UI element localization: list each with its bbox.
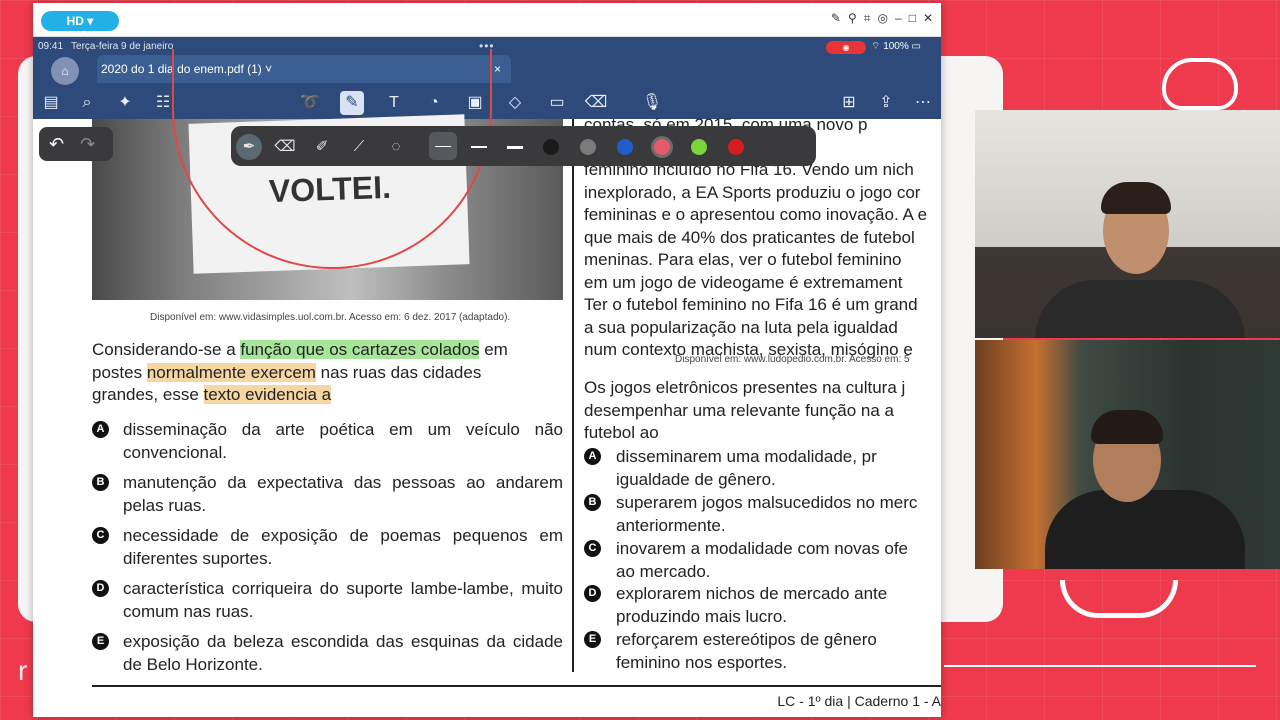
column-divider <box>572 119 574 672</box>
highlighter-icon[interactable]: ✐ <box>309 134 335 160</box>
option-c-right[interactable]: C inovarem a modalidade com novas ofe ao … <box>584 537 941 583</box>
pen-tools-bar: ✒ ⌫ ✐ ⟋ ◌ <box>231 126 816 166</box>
webcam-feed-bottom <box>975 340 1280 569</box>
search-icon[interactable]: ⌕ <box>75 91 99 115</box>
option-c-left[interactable]: C necessidade de exposição de poemas peq… <box>92 524 563 570</box>
option-d-right[interactable]: D explorarem nichos de mercado ante produ… <box>584 582 941 628</box>
stroke-thick-button[interactable] <box>507 146 523 149</box>
background-divider <box>944 665 1256 667</box>
pdf-page[interactable]: VOLTEI. Disponível em: www.vidasimples.u… <box>33 49 941 717</box>
eraser-icon[interactable]: ⌫ <box>272 134 298 160</box>
option-text: necessidade de exposição de poemas peque… <box>123 526 563 568</box>
color-swatch-1[interactable] <box>543 139 559 155</box>
option-letter: D <box>584 585 601 602</box>
minimize-icon[interactable]: – <box>895 11 902 26</box>
brand-letter-icon: r <box>18 655 28 686</box>
close-tab-icon[interactable]: × <box>494 55 501 83</box>
pencil-icon[interactable]: ✎ <box>831 11 841 26</box>
option-letter: D <box>92 580 109 597</box>
option-letter: A <box>92 421 109 438</box>
option-e-right[interactable]: E reforçarem estereótipos de gênero femin… <box>584 628 941 674</box>
option-text: disseminação da arte poética em um veícu… <box>123 420 563 462</box>
color-swatch-3[interactable] <box>617 139 633 155</box>
person-shirt <box>1045 490 1245 569</box>
sparkle-icon[interactable]: ✦ <box>113 91 137 115</box>
person-hair <box>1091 410 1163 444</box>
page-footer: LC - 1º dia | Caderno 1 - A <box>777 693 941 709</box>
window-titlebar: HD ▾ ✎ ⚲ ⌗ ◎ – □ ✕ <box>33 3 941 37</box>
option-e-left[interactable]: E exposição da beleza escondida das esqu… <box>92 630 563 676</box>
crop-icon[interactable]: ⌗ <box>864 11 871 26</box>
option-letter: B <box>92 474 109 491</box>
highlight-annotation: texto evidencia a <box>203 385 332 404</box>
option-a-left[interactable]: A disseminação da arte poética em um veí… <box>92 418 563 464</box>
brain-logo-icon <box>1162 58 1238 110</box>
option-text: manutenção da expectativa das pessoas ao… <box>123 473 563 515</box>
option-letter: C <box>584 540 601 557</box>
option-letter: E <box>92 633 109 650</box>
highlight-annotation: normalmente exercem <box>146 362 316 382</box>
option-text: exposição da beleza escondida das esquin… <box>123 632 563 674</box>
hd-quality-button[interactable]: HD ▾ <box>41 11 119 31</box>
question-left: Considerando-se a função que os cartazes… <box>92 339 563 407</box>
more-icon[interactable]: ⋯ <box>911 91 935 115</box>
date: Terça-feira 9 de janeiro <box>71 41 174 52</box>
option-d-left[interactable]: D característica corriqueira do suporte … <box>92 577 563 623</box>
window-controls: ✎ ⚲ ⌗ ◎ – □ ✕ <box>831 11 933 26</box>
sticky-note-icon[interactable]: ▭ <box>545 91 569 115</box>
option-letter: C <box>92 527 109 544</box>
person-hair <box>1101 182 1171 214</box>
source-right: Disponível em: www.ludopedio.com.br. Ace… <box>675 354 910 365</box>
stroke-thin-icon <box>435 146 451 147</box>
close-icon[interactable]: ✕ <box>923 11 933 26</box>
option-letter: A <box>584 448 601 465</box>
option-b-left[interactable]: B manutenção da expectativa das pessoas … <box>92 471 563 517</box>
option-text: característica corriqueira do suporte la… <box>123 579 563 621</box>
source-left: Disponível em: www.vidasimples.uol.com.b… <box>150 312 511 323</box>
question-right: Os jogos eletrônicos presentes na cultur… <box>584 378 906 442</box>
option-letter: E <box>584 631 601 648</box>
footer-rule <box>92 685 941 687</box>
option-a-right[interactable]: A disseminarem uma modalidade, pr igualda… <box>584 445 941 491</box>
pin-icon[interactable]: ⚲ <box>848 11 857 26</box>
redo-icon[interactable]: ↷ <box>80 134 111 154</box>
share-icon[interactable]: ⇪ <box>874 91 898 115</box>
screen-share-window: HD ▾ ✎ ⚲ ⌗ ◎ – □ ✕ 09:41 Terça-feira 9 de… <box>33 3 941 717</box>
question-left-line-2: postes normalmente exercem nas ruas das … <box>92 362 482 382</box>
fountain-pen-icon[interactable]: ✒ <box>236 134 262 160</box>
target-icon[interactable]: ◎ <box>878 11 888 26</box>
maximize-icon[interactable]: □ <box>909 11 916 26</box>
color-swatch-4[interactable] <box>654 139 670 155</box>
wifi-icon: ⌔ <box>871 41 884 52</box>
battery-status: ⌔ 100% ▭ <box>871 41 921 52</box>
drawing-toolbar: ↶↷ ✒ ⌫ ✐ ⟋ ◌ <box>39 121 819 166</box>
webcam-feed-top <box>975 110 1280 338</box>
undo-redo-group: ↶↷ <box>39 127 113 161</box>
elements-icon[interactable]: ◇ <box>503 91 527 115</box>
sidebar-icon[interactable]: ▤ <box>39 91 63 115</box>
microphone-icon[interactable]: 🎙 <box>635 91 669 115</box>
clock: 09:41 <box>38 41 64 52</box>
highlight-annotation: função que os cartazes colados <box>240 340 480 359</box>
stroke-medium-button[interactable] <box>471 146 487 148</box>
status-bar: 09:41 Terça-feira 9 de janeiro <box>38 41 173 52</box>
option-letter: B <box>584 494 601 511</box>
eraser-tool-icon[interactable]: ⌫ <box>584 91 608 115</box>
lasso-select-icon[interactable]: ◌ <box>383 134 409 160</box>
color-swatch-5[interactable] <box>691 139 707 155</box>
option-b-right[interactable]: B superarem jogos malsucedidos no merc an… <box>584 491 941 537</box>
undo-icon[interactable]: ↶ <box>49 134 80 154</box>
home-icon[interactable]: ⌂ <box>51 57 79 85</box>
battery-icon: ▭ <box>911 41 921 52</box>
recording-indicator-icon: ◉ <box>826 41 866 54</box>
question-left-line-1: Considerando-se a função que os cartazes… <box>92 340 508 359</box>
question-left-line-3: grandes, esse texto evidencia a <box>92 385 332 404</box>
shape-pen-icon[interactable]: ⟋ <box>346 134 372 160</box>
person-shirt <box>1035 280 1245 338</box>
color-swatch-6[interactable] <box>728 139 744 155</box>
add-page-icon[interactable]: ⊞ <box>837 91 861 115</box>
color-swatch-2[interactable] <box>580 139 596 155</box>
